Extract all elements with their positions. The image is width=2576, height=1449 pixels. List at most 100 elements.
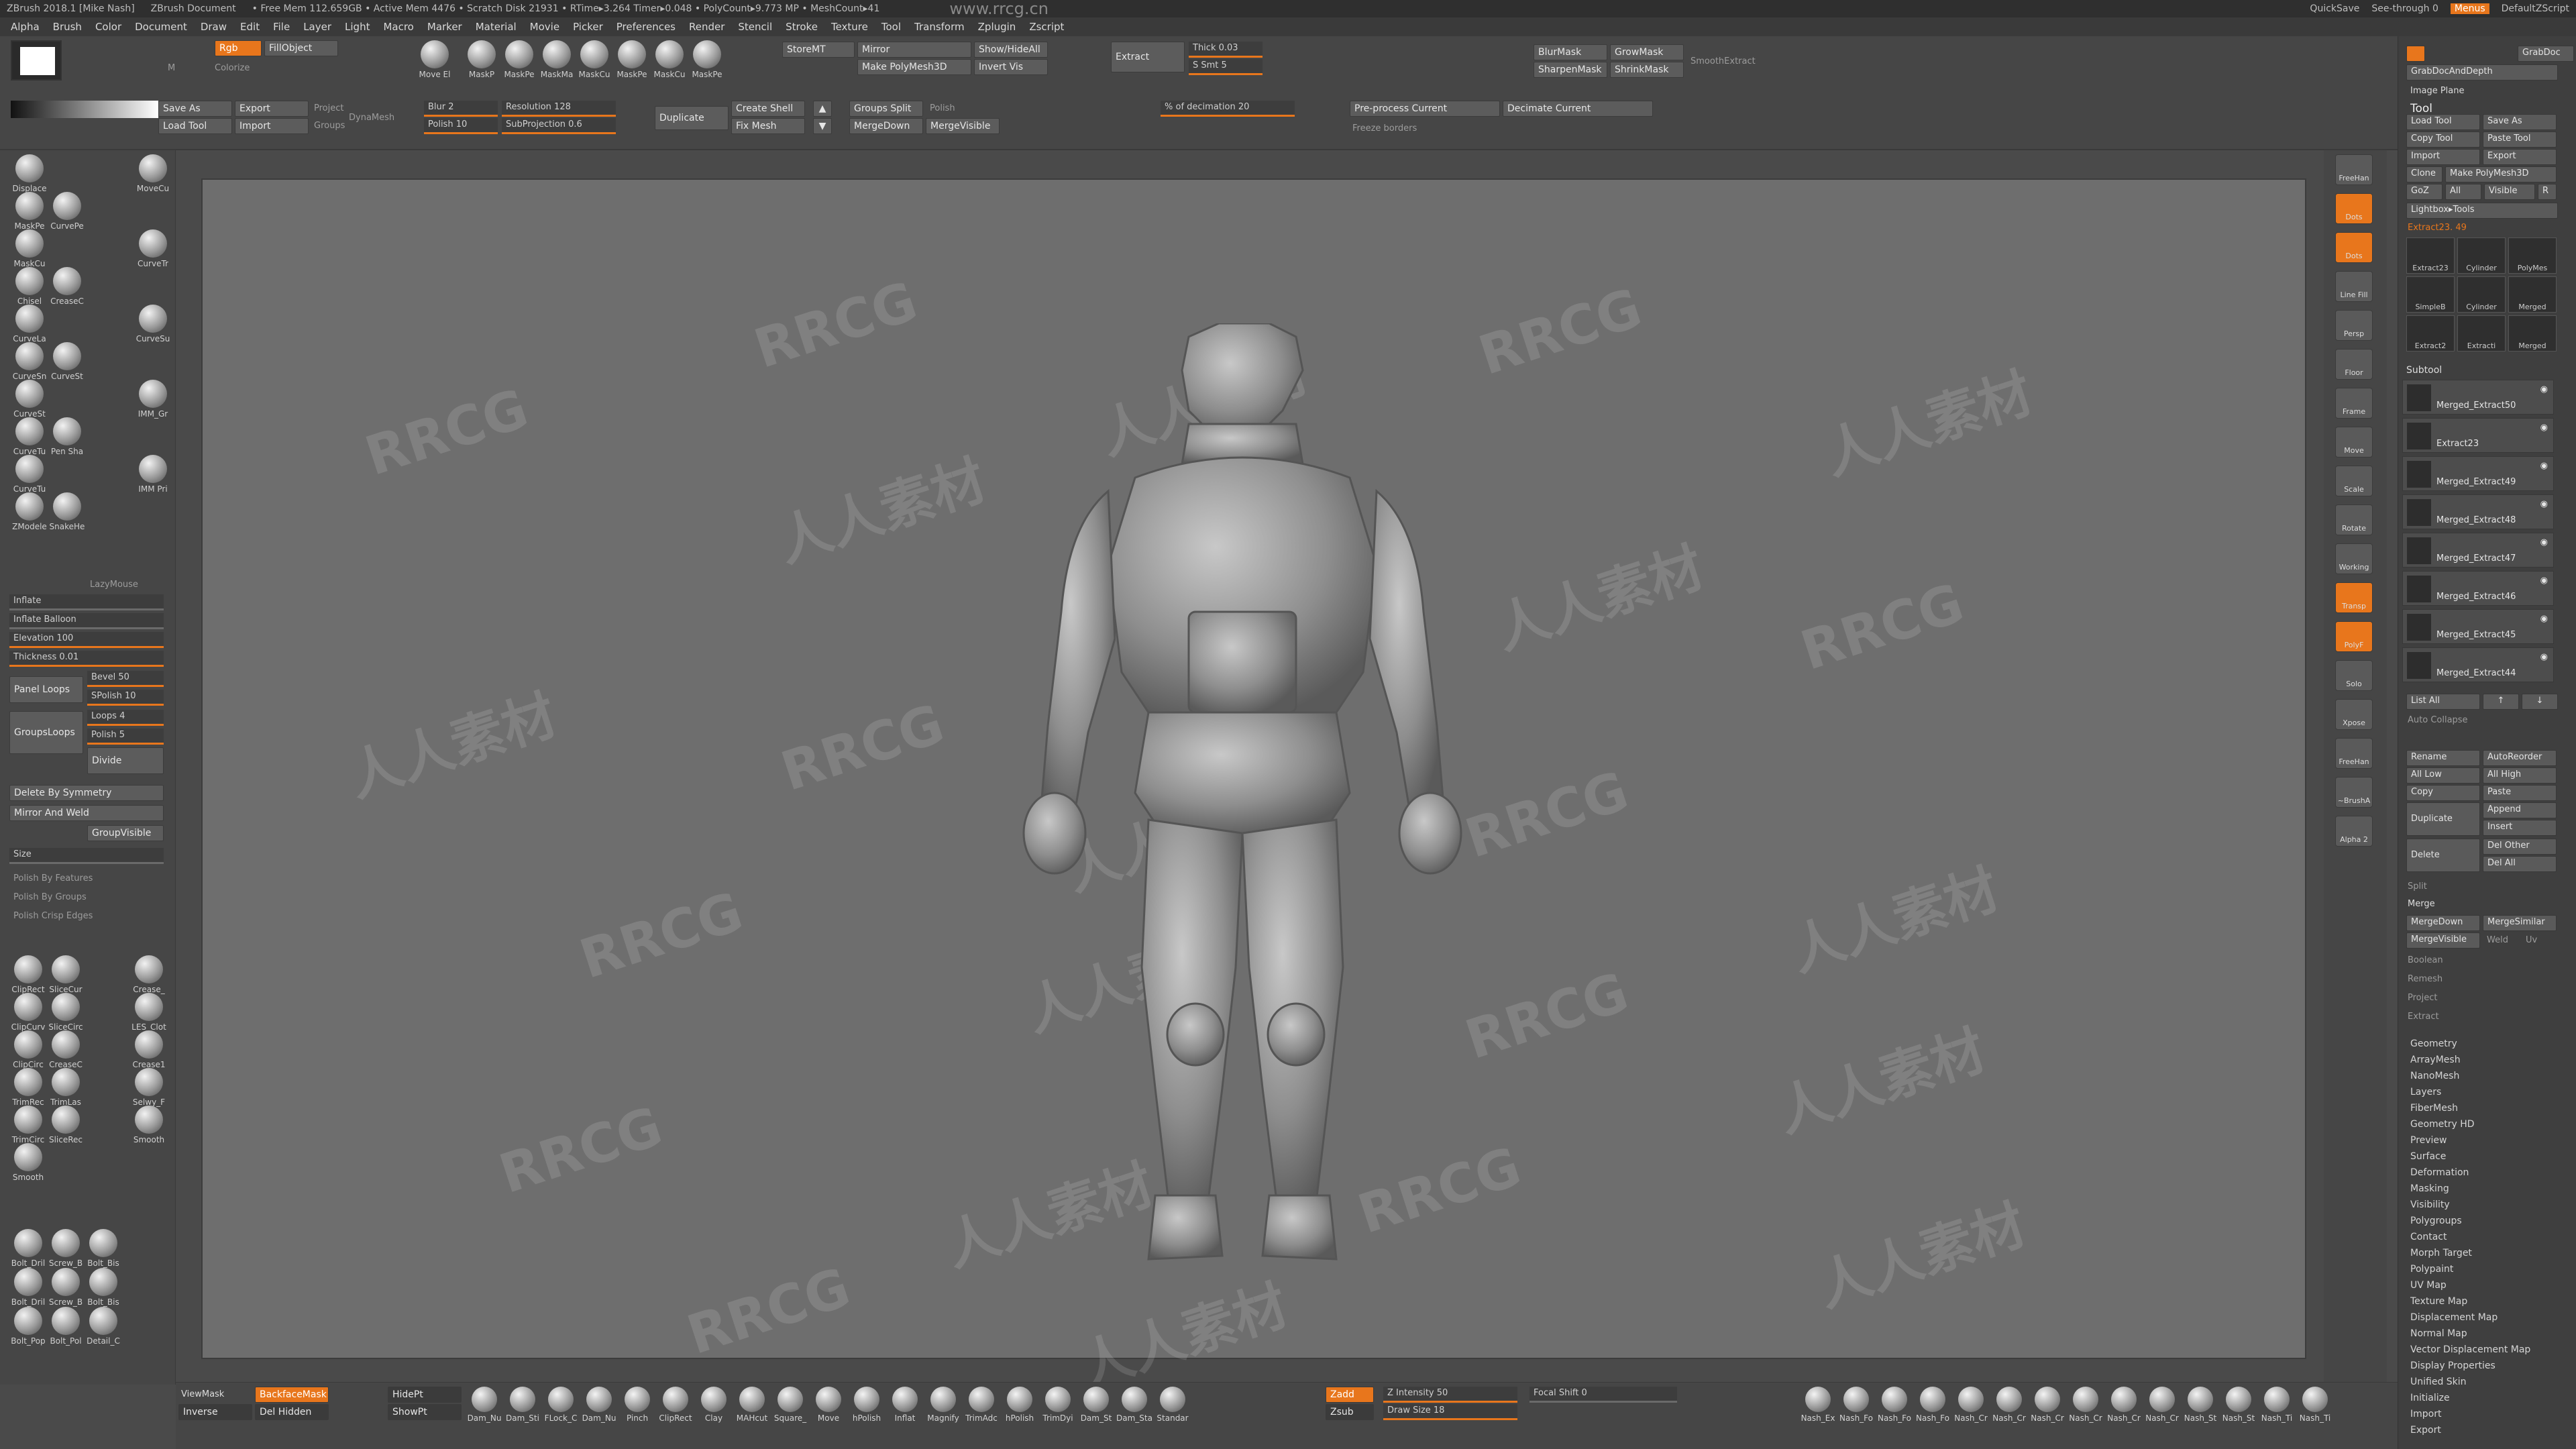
- makepolymesh-button[interactable]: Make PolyMesh3D: [857, 59, 971, 75]
- brush-icon[interactable]: Crease_: [130, 955, 168, 994]
- canvas-viewport[interactable]: RRCG人人素材RRCG人人素材RRCG人人素材RRCG人人素材RRCG人人素材…: [201, 178, 2306, 1399]
- mask-brush-icon[interactable]: MaskMa: [538, 40, 576, 79]
- polishcrisp-label[interactable]: Polish Crisp Edges: [13, 911, 93, 921]
- eye-icon[interactable]: ◉: [2540, 461, 2548, 471]
- palette-section[interactable]: Polygroups: [2410, 1216, 2462, 1226]
- subtool-item[interactable]: Merged_Extract47 ◉: [2402, 533, 2554, 568]
- menu-render[interactable]: Render: [689, 21, 724, 33]
- eye-icon[interactable]: ◉: [2540, 384, 2548, 394]
- r-button[interactable]: R: [2538, 184, 2557, 200]
- delete-button[interactable]: Delete: [2406, 839, 2480, 872]
- brush-icon[interactable]: CurveSt: [11, 380, 48, 419]
- palette-section[interactable]: ArrayMesh: [2410, 1055, 2461, 1065]
- brush-icon[interactable]: Bolt_Bis: [85, 1268, 122, 1307]
- menu-stroke[interactable]: Stroke: [786, 21, 818, 33]
- clone-button[interactable]: Clone: [2406, 166, 2443, 182]
- freeze-borders-label[interactable]: Freeze borders: [1352, 123, 1417, 133]
- groupvisible-button[interactable]: GroupVisible: [87, 825, 164, 841]
- makepolymesh-button[interactable]: Make PolyMesh3D: [2445, 166, 2557, 182]
- zadd-button[interactable]: Zadd: [1326, 1387, 1374, 1403]
- inverse-button[interactable]: Inverse: [178, 1404, 252, 1420]
- inflate-slider[interactable]: Inflate: [9, 594, 164, 610]
- subtool-item[interactable]: Merged_Extract49 ◉: [2402, 456, 2554, 491]
- menu-edit[interactable]: Edit: [240, 21, 260, 33]
- viewmask-label[interactable]: ViewMask: [181, 1389, 224, 1399]
- extract-label[interactable]: Extract: [2408, 1012, 2439, 1022]
- mergedown-button[interactable]: MergeDown: [2406, 915, 2480, 931]
- mergedown-button[interactable]: MergeDown: [849, 118, 923, 134]
- tool-thumbnail[interactable]: PolyMes: [2508, 237, 2557, 274]
- eye-icon[interactable]: ◉: [2540, 652, 2548, 662]
- menu-draw[interactable]: Draw: [201, 21, 227, 33]
- palette-section[interactable]: Polypaint: [2410, 1264, 2453, 1275]
- listall-button[interactable]: List All: [2406, 694, 2480, 710]
- color-swatch[interactable]: [11, 40, 62, 80]
- eye-icon[interactable]: ◉: [2540, 614, 2548, 624]
- shelf-button[interactable]: Frame: [2335, 388, 2373, 419]
- grabdocdepth-button[interactable]: GrabDocAndDepth: [2406, 64, 2558, 80]
- subtool-header[interactable]: Subtool: [2406, 365, 2442, 376]
- brush-icon[interactable]: Screw_B: [47, 1229, 85, 1268]
- showpt-button[interactable]: ShowPt: [388, 1404, 462, 1420]
- shelf-button[interactable]: Transp: [2335, 582, 2373, 613]
- elevation-slider[interactable]: Elevation 100: [9, 632, 164, 648]
- polishbygroups-label[interactable]: Polish By Groups: [13, 892, 87, 902]
- alllow-button[interactable]: All Low: [2406, 767, 2480, 784]
- palette-section[interactable]: Contact: [2410, 1232, 2447, 1242]
- palette-section[interactable]: Unified Skin: [2410, 1377, 2467, 1387]
- brush-icon[interactable]: TrimRec: [9, 1068, 47, 1107]
- lightboxtools-button[interactable]: Lightbox▸Tools: [2406, 203, 2558, 219]
- palette-section[interactable]: Import: [2410, 1409, 2441, 1419]
- export-button[interactable]: Export: [2483, 149, 2557, 165]
- brush-icon[interactable]: CreaseC: [48, 267, 86, 306]
- goz-button[interactable]: GoZ: [2406, 184, 2443, 200]
- autocollapse-label[interactable]: Auto Collapse: [2408, 715, 2468, 725]
- shelf-button[interactable]: FreeHan: [2335, 738, 2373, 769]
- brush-icon[interactable]: Screw_B: [47, 1268, 85, 1307]
- tool-thumbnail[interactable]: Extract23: [2406, 237, 2455, 274]
- palette-section[interactable]: Vector Displacement Map: [2410, 1344, 2530, 1355]
- menu-marker[interactable]: Marker: [427, 21, 462, 33]
- custom-brush-icon[interactable]: Nash_Fo: [1876, 1387, 1913, 1423]
- thickness-slider[interactable]: Thickness 0.01: [9, 651, 164, 667]
- brush-icon[interactable]: CurveSn: [11, 342, 48, 381]
- brush-icon[interactable]: hPolish: [1001, 1387, 1038, 1423]
- palette-section[interactable]: Geometry HD: [2410, 1119, 2475, 1130]
- dynamesh-label[interactable]: DynaMesh: [349, 113, 394, 123]
- tool-thumbnail[interactable]: Cylinder: [2457, 237, 2506, 274]
- bevel-slider[interactable]: Bevel 50: [87, 671, 164, 687]
- brush-icon[interactable]: TrimDyi: [1039, 1387, 1077, 1423]
- shelf-button[interactable]: Persp: [2335, 310, 2373, 341]
- brush-icon[interactable]: SliceRec: [47, 1106, 85, 1144]
- menu-color[interactable]: Color: [95, 21, 121, 33]
- mask-brush-icon[interactable]: MaskP: [463, 40, 500, 79]
- brush-icon[interactable]: CurveSu: [134, 305, 172, 343]
- mergevisible-button[interactable]: MergeVisible: [926, 118, 1000, 134]
- menu-stencil[interactable]: Stencil: [738, 21, 772, 33]
- palette-section[interactable]: Preview: [2410, 1135, 2447, 1146]
- imageplane-label[interactable]: Image Plane: [2410, 86, 2465, 96]
- subtool-item[interactable]: Extract23 ◉: [2402, 418, 2554, 453]
- loadtool-button[interactable]: Load Tool: [2406, 114, 2480, 130]
- visible-button[interactable]: Visible: [2484, 184, 2535, 200]
- brush-icon[interactable]: SliceCur: [47, 955, 85, 994]
- palette-section[interactable]: Texture Map: [2410, 1296, 2467, 1307]
- invertvis-button[interactable]: Invert Vis: [974, 59, 1048, 75]
- groupsloops-button[interactable]: GroupsLoops: [9, 711, 83, 754]
- brush-icon[interactable]: Smooth: [9, 1143, 47, 1182]
- menu-alpha[interactable]: Alpha: [11, 21, 40, 33]
- allhigh-button[interactable]: All High: [2483, 767, 2557, 784]
- preprocess-button[interactable]: Pre-process Current: [1350, 101, 1500, 117]
- mask-brush-icon[interactable]: MaskCu: [576, 40, 613, 79]
- deletebysymmetry-button[interactable]: Delete By Symmetry: [9, 785, 164, 801]
- brush-icon[interactable]: CurvePe: [48, 192, 86, 231]
- brush-icon[interactable]: Smooth: [130, 1106, 168, 1144]
- palette-section[interactable]: NanoMesh: [2410, 1071, 2459, 1081]
- polishbyfeatures-label[interactable]: Polish By Features: [13, 873, 93, 883]
- duplicate-button[interactable]: Duplicate: [655, 106, 729, 130]
- shelf-button[interactable]: FreeHan: [2335, 154, 2373, 185]
- seethrough-slider[interactable]: See-through 0: [2371, 3, 2438, 14]
- brush-icon[interactable]: Dam_St: [1077, 1387, 1115, 1423]
- tool-header[interactable]: Tool: [2410, 102, 2432, 115]
- brush-icon[interactable]: Pen Sha: [48, 417, 86, 456]
